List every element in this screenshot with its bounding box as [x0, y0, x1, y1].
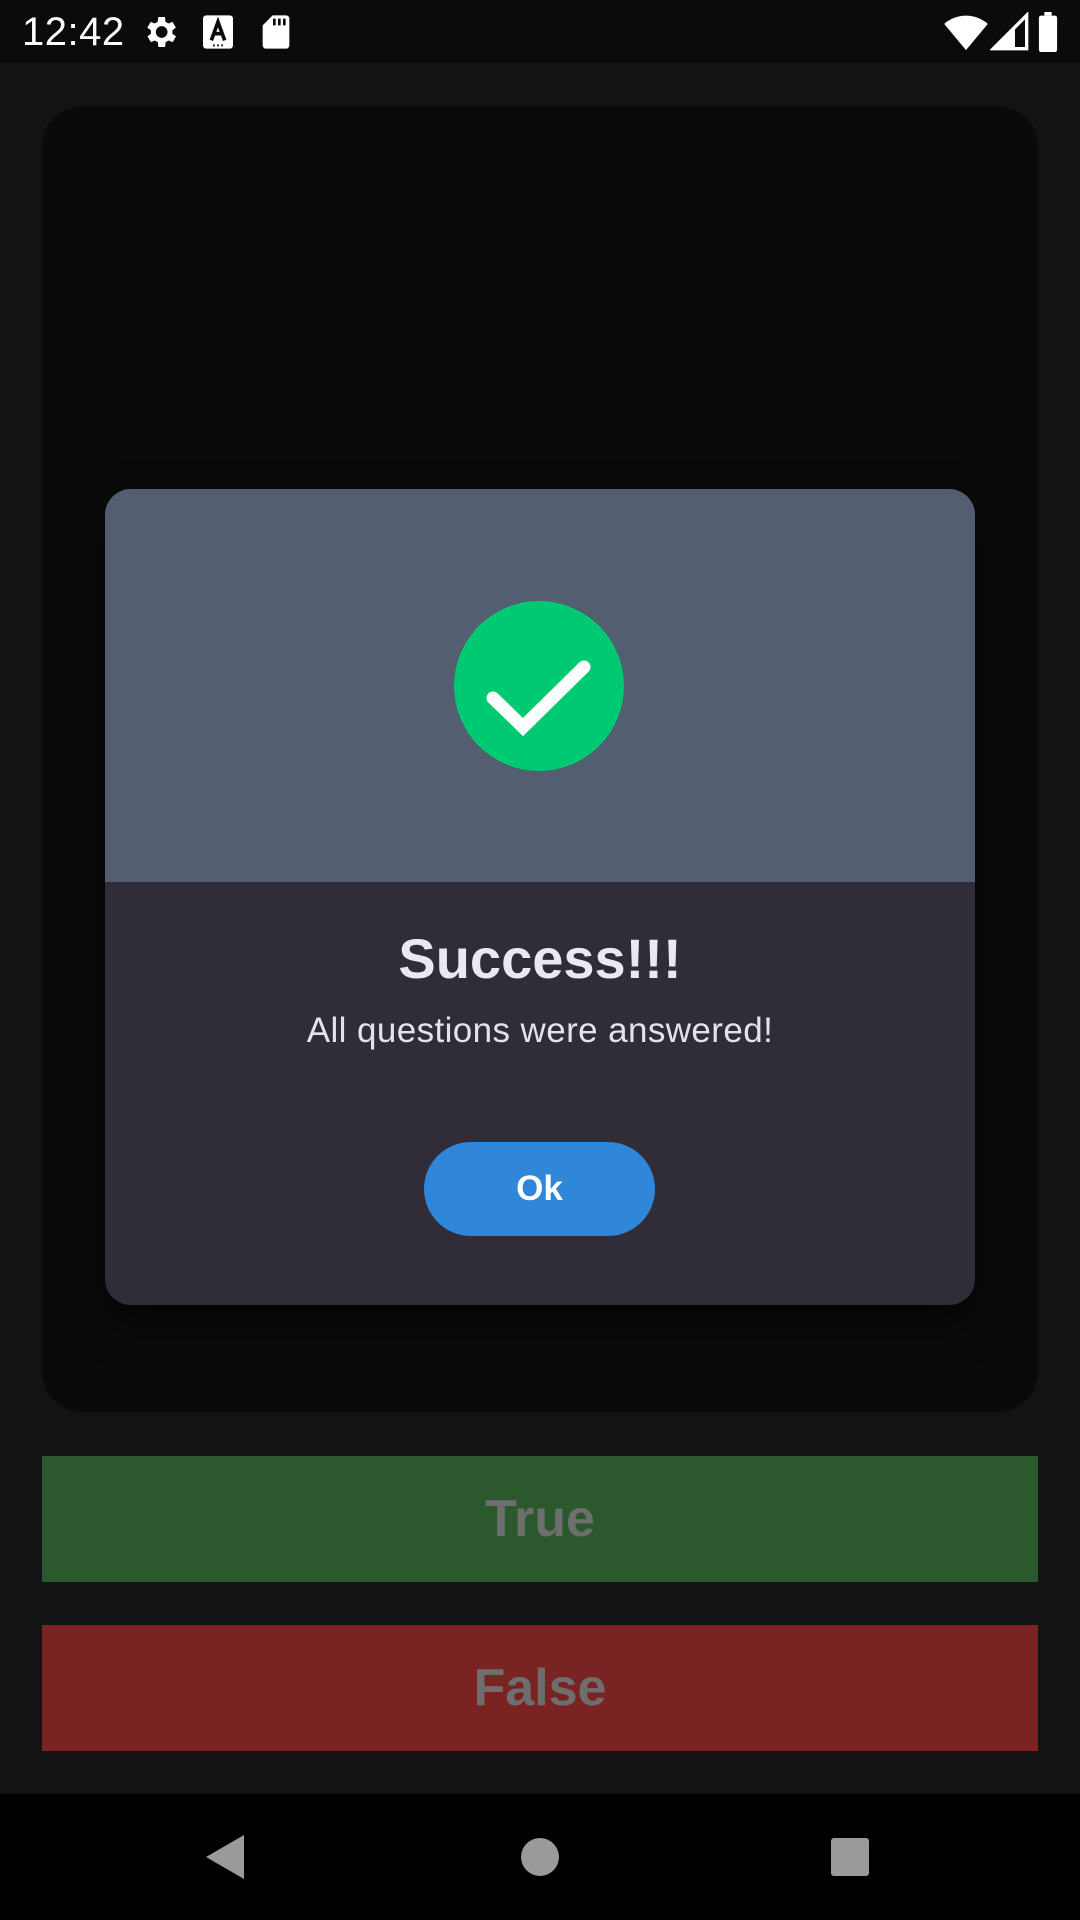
gear-icon: [140, 12, 180, 52]
battery-icon: [1036, 12, 1060, 52]
sd-card-icon: [256, 12, 296, 52]
false-button[interactable]: False: [42, 1625, 1038, 1751]
true-button[interactable]: True: [42, 1456, 1038, 1582]
home-icon[interactable]: [514, 1831, 566, 1883]
false-button-label: False: [473, 1659, 607, 1717]
check-circle-icon: [454, 601, 624, 771]
ok-button-label: Ok: [516, 1169, 563, 1208]
wifi-icon: [944, 12, 988, 52]
dialog-header: [105, 489, 975, 882]
font-a-icon: [198, 12, 238, 52]
ok-button[interactable]: Ok: [424, 1142, 655, 1236]
dialog-title: Success!!!: [398, 927, 682, 990]
status-time: 12:42: [22, 10, 125, 54]
status-bar: 12:42: [0, 0, 1080, 63]
true-button-label: True: [485, 1490, 595, 1548]
success-dialog: Success!!! All questions were answered! …: [105, 489, 975, 1305]
back-icon[interactable]: [200, 1831, 252, 1883]
recents-icon[interactable]: [824, 1831, 876, 1883]
signal-icon: [989, 11, 1030, 52]
screen: 12:42 True False Success!!! All question…: [0, 0, 1080, 1920]
dialog-message: All questions were answered!: [306, 1011, 774, 1050]
navigation-bar: [0, 1794, 1080, 1920]
